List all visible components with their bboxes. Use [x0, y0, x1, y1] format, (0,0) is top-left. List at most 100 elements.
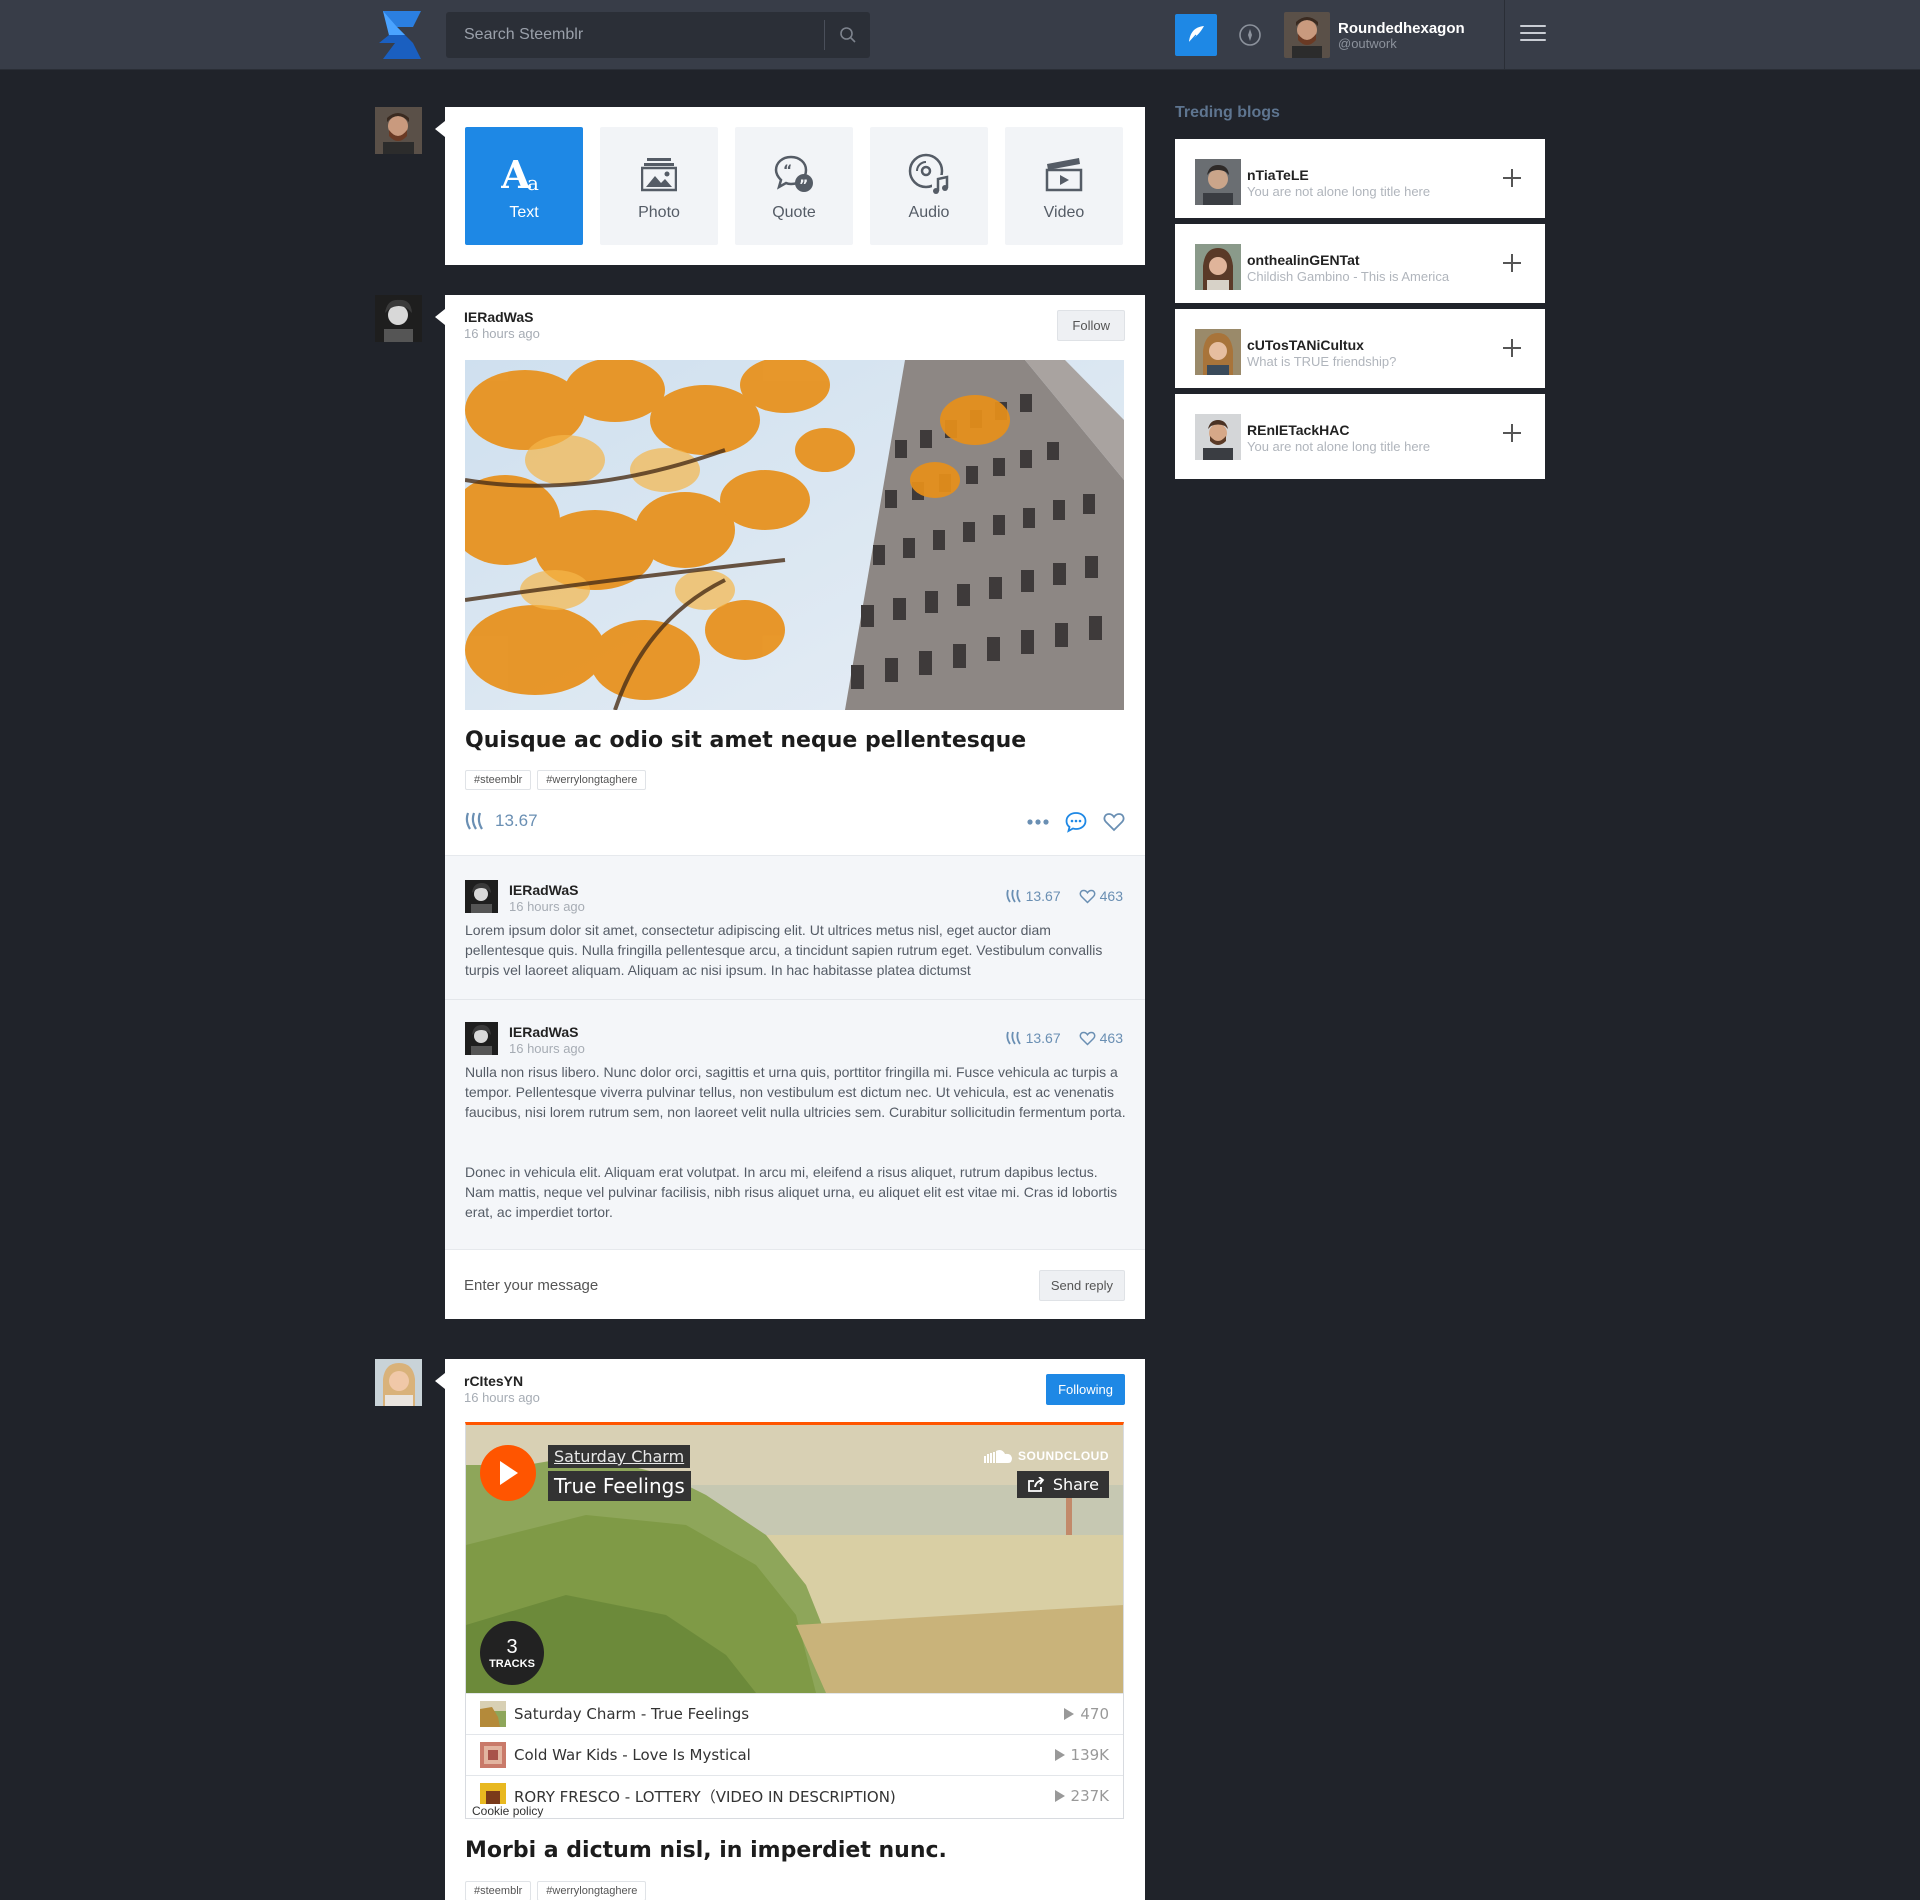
- following-button[interactable]: Following: [1046, 1374, 1125, 1405]
- reply-bar: Send reply: [445, 1249, 1145, 1319]
- play-button[interactable]: [480, 1445, 536, 1501]
- track-name: Cold War Kids - Love Is Mystical: [514, 1746, 751, 1764]
- search-icon: [839, 27, 856, 43]
- trending-blog-avatar[interactable]: [1195, 414, 1241, 460]
- comment: IERadWaS 16 hours ago 13.67 463 Nulla no…: [445, 1000, 1145, 1250]
- track-count-badge[interactable]: 3 TRACKS: [480, 1621, 544, 1685]
- composer-avatar[interactable]: [375, 107, 422, 154]
- post-tag[interactable]: #werrylongtaghere: [537, 1881, 647, 1900]
- trending-blog-avatar[interactable]: [1195, 244, 1241, 290]
- svg-text:a: a: [527, 171, 539, 194]
- comment-like-button[interactable]: 463: [1079, 1030, 1123, 1046]
- heart-icon: [1103, 813, 1125, 832]
- search-box: [446, 12, 870, 58]
- play-count-icon: [1054, 1749, 1065, 1761]
- user-name[interactable]: Roundedhexagon: [1338, 20, 1465, 37]
- trending-blog-item[interactable]: onthealinGENTat Childish Gambino - This …: [1175, 224, 1545, 306]
- heart-icon: [1079, 889, 1096, 904]
- explore-button[interactable]: [1237, 22, 1263, 48]
- post-title[interactable]: Morbi a dictum nisl, in imperdiet nunc.: [465, 1838, 947, 1863]
- post-author-avatar[interactable]: [375, 295, 422, 342]
- share-button[interactable]: Share: [1016, 1471, 1109, 1498]
- play-count-icon: [1054, 1790, 1065, 1802]
- track-artist-link[interactable]: Saturday Charm: [548, 1445, 691, 1468]
- comment-button[interactable]: [1065, 811, 1087, 833]
- comment-avatar[interactable]: [465, 880, 498, 913]
- post-image[interactable]: [465, 360, 1124, 710]
- composer-quote-button[interactable]: “” Quote: [735, 127, 853, 245]
- comment-like-count: 463: [1099, 888, 1123, 904]
- post-author-avatar[interactable]: [375, 1359, 422, 1406]
- follow-blog-button[interactable]: [1503, 424, 1521, 442]
- reply-input[interactable]: [464, 1268, 984, 1302]
- track-name: Saturday Charm - True Feelings: [514, 1705, 750, 1723]
- track-row[interactable]: Saturday Charm - True Feelings 470: [466, 1693, 1123, 1734]
- trending-blog-name[interactable]: nTiaTeLE: [1247, 167, 1309, 183]
- comment-icon: [1065, 812, 1087, 833]
- track-title-link[interactable]: True Feelings: [548, 1471, 691, 1501]
- like-button[interactable]: [1103, 812, 1125, 832]
- comments-section: IERadWaS 16 hours ago 13.67 463 Lorem ip…: [445, 855, 1145, 1249]
- comment-like-button[interactable]: 463: [1079, 888, 1123, 904]
- steemblr-logo[interactable]: [375, 11, 421, 59]
- post-author[interactable]: IERadWaS: [464, 309, 534, 325]
- follow-blog-button[interactable]: [1503, 339, 1521, 357]
- menu-button[interactable]: [1520, 25, 1546, 45]
- post-author[interactable]: rCItesYN: [464, 1373, 523, 1389]
- track-play-count: 237K: [1070, 1787, 1109, 1805]
- follow-button[interactable]: Follow: [1057, 310, 1125, 341]
- trending-blog-item[interactable]: cUTosTANiCultux What is TRUE friendship?: [1175, 309, 1545, 391]
- composer-audio-button[interactable]: Audio: [870, 127, 988, 245]
- trending-blog-name[interactable]: onthealinGENTat: [1247, 252, 1360, 268]
- search-button[interactable]: [825, 12, 870, 58]
- composer-text-label: Text: [509, 204, 539, 221]
- follow-blog-button[interactable]: [1503, 254, 1521, 272]
- svg-text:”: ”: [799, 178, 808, 193]
- comment-author[interactable]: IERadWaS: [509, 882, 579, 898]
- trending-blog-avatar[interactable]: [1195, 329, 1241, 375]
- comment: IERadWaS 16 hours ago 13.67 463 Lorem ip…: [445, 856, 1145, 999]
- soundcloud-logo[interactable]: SOUNDCLOUD: [984, 1449, 1109, 1463]
- trending-blog-subtitle: You are not alone long title here: [1247, 184, 1431, 199]
- composer-text-button[interactable]: Aa Text: [465, 127, 583, 245]
- composer-quote-label: Quote: [772, 204, 816, 221]
- follow-blog-button[interactable]: [1503, 169, 1521, 187]
- composer-photo-label: Photo: [638, 204, 680, 221]
- trending-blog-subtitle: What is TRUE friendship?: [1247, 354, 1397, 369]
- share-label: Share: [1052, 1475, 1099, 1494]
- post-tag[interactable]: #werrylongtaghere: [537, 770, 647, 790]
- post-actions: [1027, 811, 1125, 833]
- track-row[interactable]: Cold War Kids - Love Is Mystical 139K: [466, 1734, 1123, 1775]
- post-tags: #steemblr #werrylongtaghere: [465, 1881, 647, 1900]
- comment-payout: 13.67: [1006, 1030, 1061, 1046]
- soundcloud-icon: [984, 1450, 1012, 1463]
- more-button[interactable]: [1027, 819, 1049, 825]
- track-row[interactable]: RORY FRESCO - LOTTERY（VIDEO IN DESCRIPTI…: [466, 1775, 1123, 1816]
- post-tag[interactable]: #steemblr: [465, 1881, 532, 1900]
- trending-blog-item[interactable]: nTiaTeLE You are not alone long title he…: [1175, 139, 1545, 221]
- composer-video-label: Video: [1043, 204, 1085, 221]
- hamburger-icon-line: [1520, 32, 1546, 34]
- play-icon: [500, 1461, 518, 1485]
- post-title[interactable]: Quisque ac odio sit amet neque pellentes…: [465, 728, 1026, 753]
- comment-author[interactable]: IERadWaS: [509, 1024, 579, 1040]
- compose-button[interactable]: [1175, 14, 1217, 56]
- steem-icon: [1006, 889, 1021, 903]
- user-avatar[interactable]: [1284, 12, 1330, 58]
- post-tag[interactable]: #steemblr: [465, 770, 532, 790]
- search-input[interactable]: [446, 12, 824, 58]
- send-reply-button[interactable]: Send reply: [1038, 1270, 1125, 1301]
- trending-blog-name[interactable]: cUTosTANiCultux: [1247, 337, 1364, 353]
- composer-video-button[interactable]: Video: [1005, 127, 1123, 245]
- composer-photo-button[interactable]: Photo: [600, 127, 718, 245]
- quote-icon: “”: [774, 155, 813, 193]
- card-pointer: [435, 309, 445, 325]
- trending-blog-name[interactable]: REnIETackHAC: [1247, 422, 1349, 438]
- cookie-policy-link[interactable]: Cookie policy: [470, 1804, 546, 1818]
- trending-blog-subtitle: You are not alone long title here: [1247, 439, 1431, 454]
- comment-avatar[interactable]: [465, 1022, 498, 1055]
- trending-blog-avatar[interactable]: [1195, 159, 1241, 205]
- comment-like-count: 463: [1099, 1030, 1123, 1046]
- track-thumbnail: [480, 1701, 506, 1727]
- trending-blog-item[interactable]: REnIETackHAC You are not alone long titl…: [1175, 394, 1545, 479]
